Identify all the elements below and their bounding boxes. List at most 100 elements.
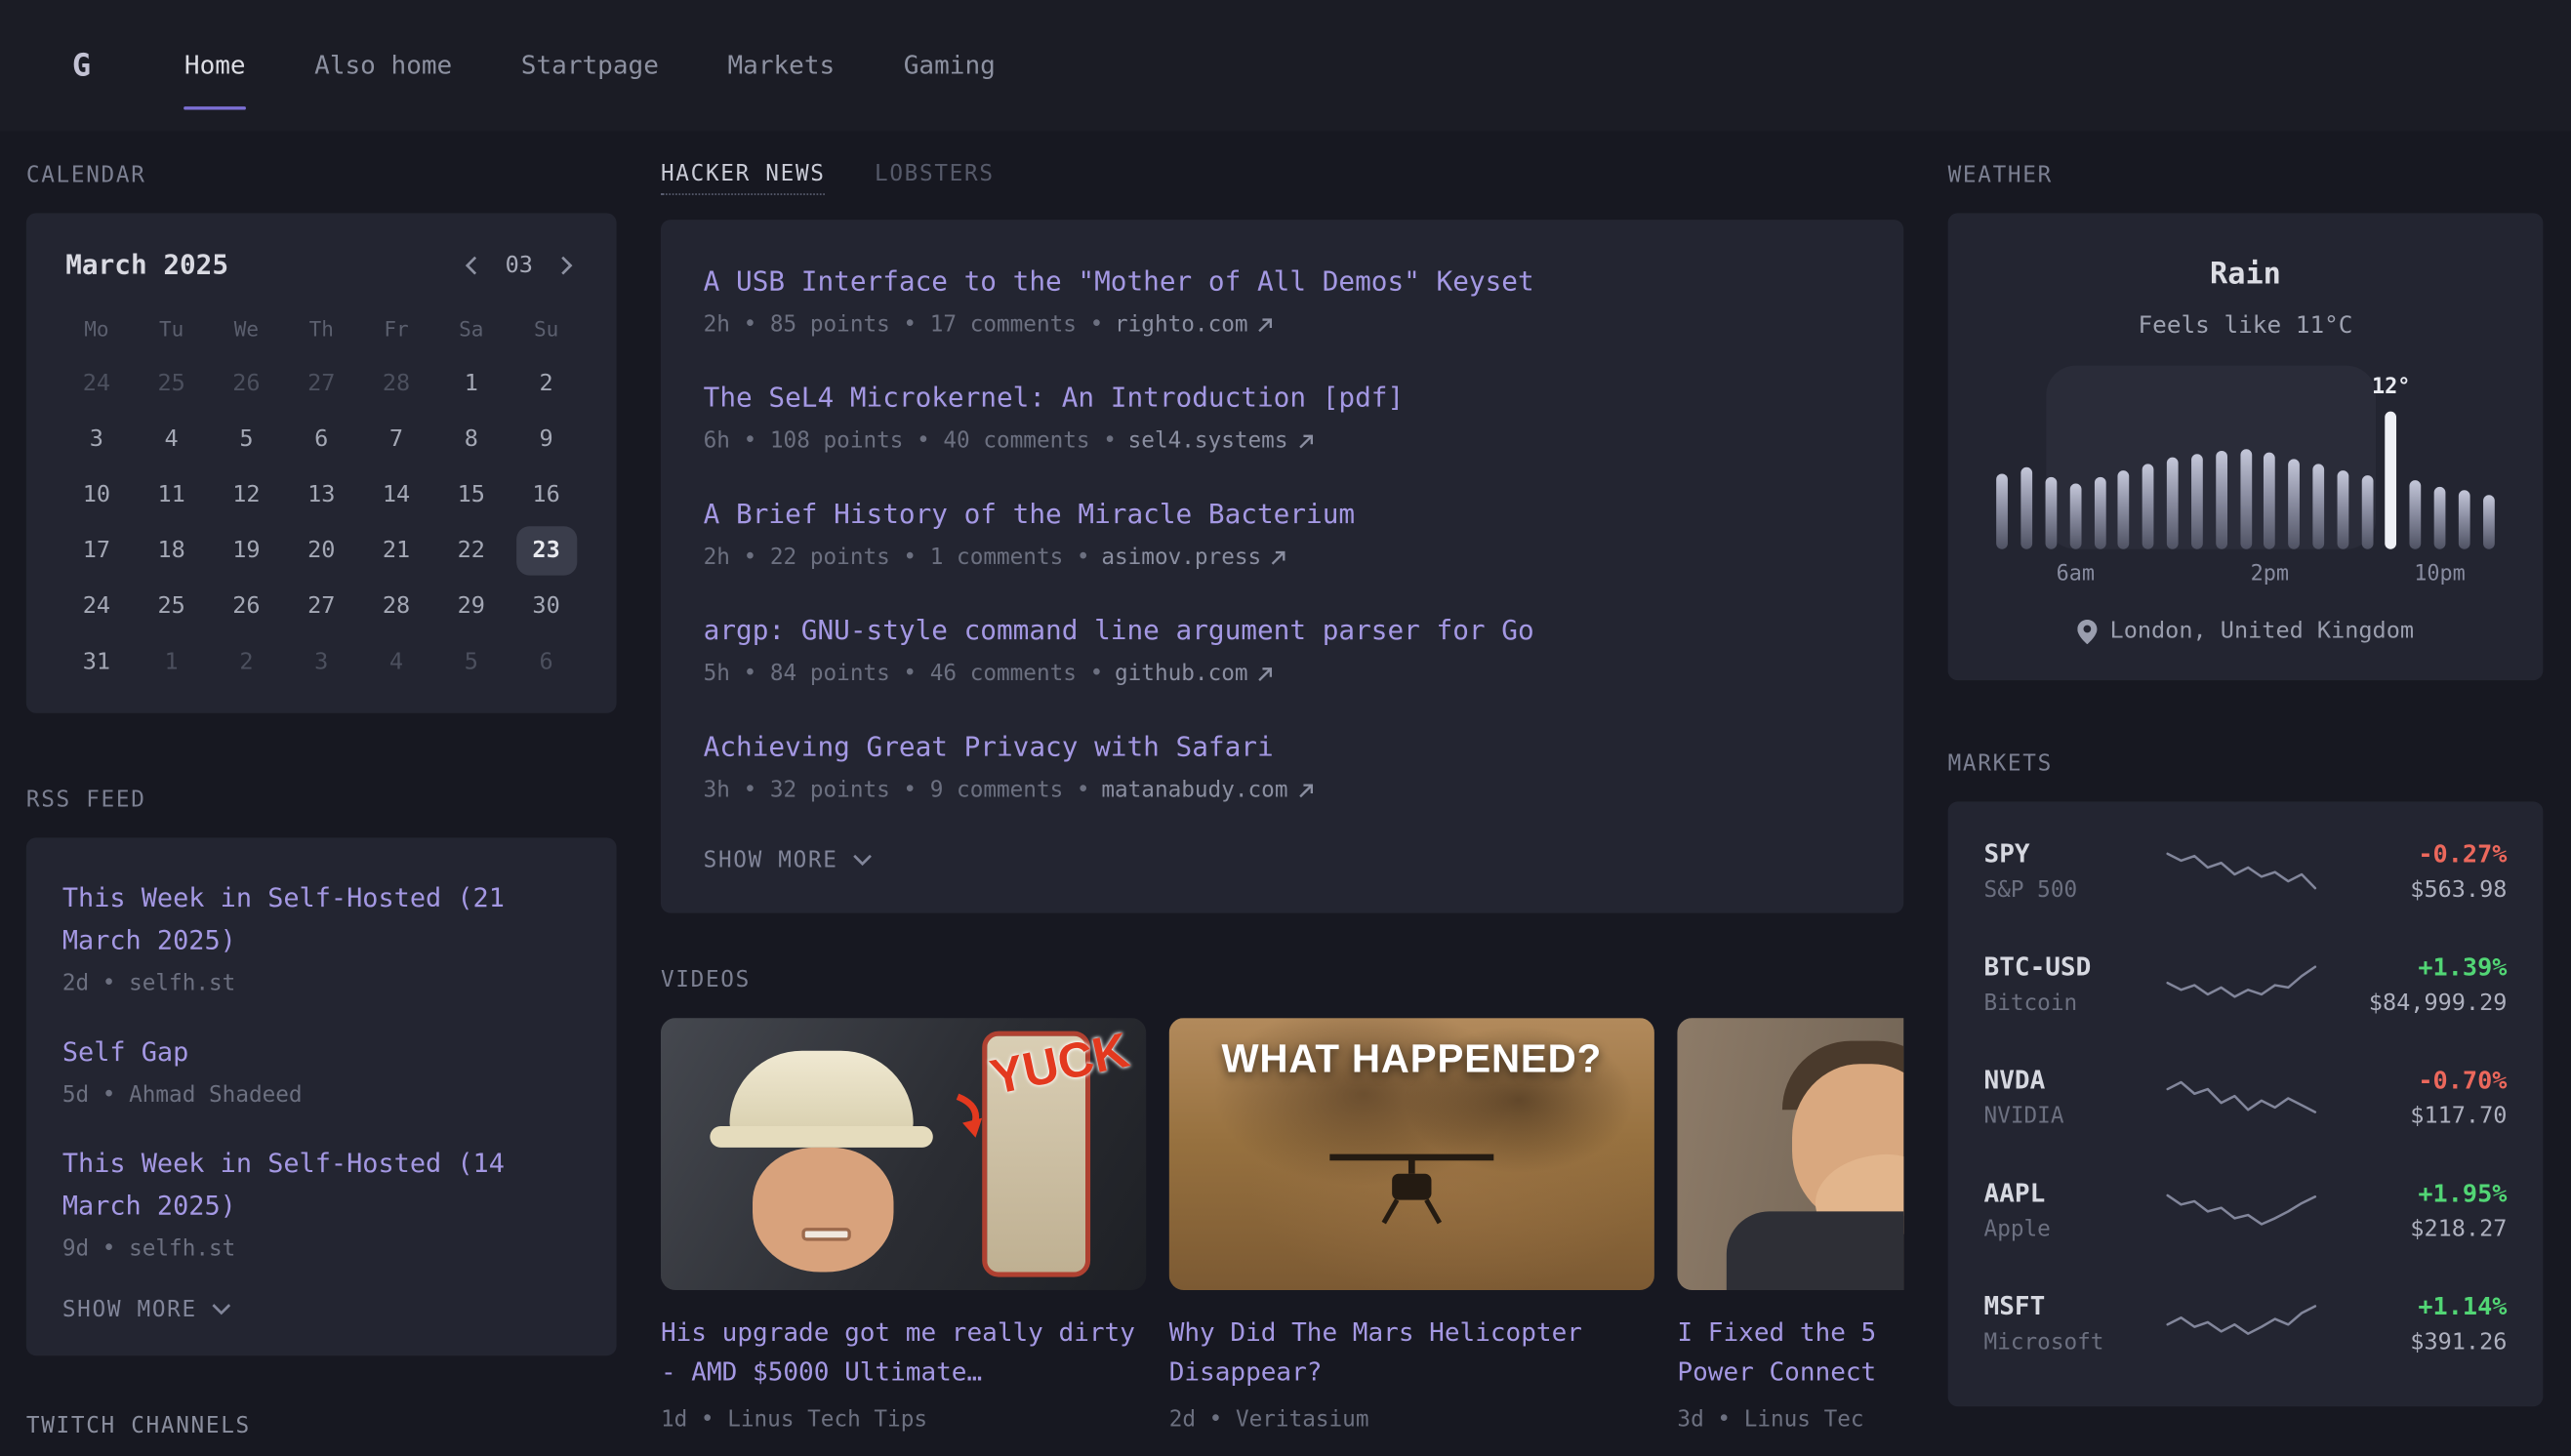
dashboard-page: G Home Also home Startpage Markets Gamin…: [0, 0, 2571, 1456]
videos-row: YUCK His upgrade got me really dirty - A…: [661, 1018, 1903, 1433]
market-name: Bitcoin: [1984, 991, 2162, 1017]
rss-item: This Week in Self-Hosted (21 March 2025)…: [62, 877, 581, 997]
center-column: HACKER NEWS LOBSTERS A USB Interface to …: [661, 161, 1903, 1434]
calendar-day: 25: [134, 356, 209, 412]
news-domain-link[interactable]: asimov.press: [1101, 545, 1287, 571]
location-pin-icon: [2077, 619, 2097, 643]
news-domain-link[interactable]: sel4.systems: [1128, 427, 1315, 454]
markets-section-label: MARKETS: [1948, 749, 2544, 779]
news-item: argp: GNU-style command line argument pa…: [704, 612, 1861, 687]
news-title-link[interactable]: The SeL4 Microkernel: An Introduction [p…: [704, 379, 1861, 417]
tab-markets[interactable]: Markets: [693, 0, 869, 131]
calendar-weekday: Tu: [134, 300, 209, 355]
calendar-day: 28: [359, 356, 434, 412]
tab-gaming[interactable]: Gaming: [869, 0, 1030, 131]
tab-lobsters[interactable]: LOBSTERS: [875, 161, 995, 187]
calendar-day: 2: [509, 356, 584, 412]
market-symbol: AAPL Apple: [1984, 1179, 2162, 1243]
external-link-icon: [1270, 548, 1287, 566]
calendar-day: 10: [59, 467, 134, 523]
tab-home[interactable]: Home: [150, 0, 280, 131]
calendar-day: 3: [59, 412, 134, 467]
video-thumbnail[interactable]: DO: [1677, 1018, 1903, 1290]
video-title-link[interactable]: I Fixed the 5 Power Connect: [1677, 1314, 1903, 1393]
news-show-more-button[interactable]: SHOW MORE: [704, 847, 873, 873]
rss-feed-widget: This Week in Self-Hosted (21 March 2025)…: [26, 837, 617, 1355]
market-price: $117.70: [2319, 1104, 2507, 1130]
calendar-prev-icon[interactable]: [461, 254, 484, 277]
weather-condition: Rain: [1990, 256, 2500, 295]
calendar-day: 31: [59, 634, 134, 690]
market-change: -0.27%: [2319, 839, 2507, 869]
news-domain-text: github.com: [1115, 661, 1248, 687]
rss-item-link[interactable]: This Week in Self-Hosted (14 March 2025): [62, 1143, 581, 1228]
rss-show-more-button[interactable]: SHOW MORE: [62, 1297, 231, 1323]
calendar-day: 27: [284, 579, 359, 634]
video-thumbnail[interactable]: WHAT HAPPENED?: [1169, 1018, 1654, 1290]
rss-item-meta: 5d • Ahmad Shadeed: [62, 1082, 581, 1109]
news-domain-text: sel4.systems: [1128, 427, 1288, 454]
news-title-link[interactable]: Achieving Great Privacy with Safari: [704, 728, 1861, 766]
weather-bar: [2216, 451, 2227, 549]
news-title-link[interactable]: A USB Interface to the "Mother of All De…: [704, 263, 1861, 301]
news-domain-link[interactable]: github.com: [1115, 661, 1274, 687]
market-ticker: BTC-USD: [1984, 952, 2162, 982]
weather-bar: [2312, 464, 2324, 548]
rss-item-link[interactable]: This Week in Self-Hosted (21 March 2025): [62, 877, 581, 962]
rss-item-link[interactable]: Self Gap: [62, 1031, 581, 1074]
market-row[interactable]: SPY S&P 500 -0.27% $563.98: [1948, 815, 2544, 928]
market-row[interactable]: BTC-USD Bitcoin +1.39% $84,999.29: [1948, 928, 2544, 1041]
news-domain-text: asimov.press: [1101, 545, 1261, 571]
top-nav: G Home Also home Startpage Markets Gamin…: [0, 0, 2571, 131]
calendar-day: 13: [284, 467, 359, 523]
video-meta: 2d • Veritasium: [1169, 1406, 1654, 1433]
weather-time-label: 10pm: [2414, 562, 2466, 586]
calendar-weekday: Sa: [433, 300, 509, 355]
calendar-day: 22: [433, 523, 509, 579]
weather-bar: [2191, 454, 2203, 548]
calendar-weekday: Mo: [59, 300, 134, 355]
market-row[interactable]: AAPL Apple +1.95% $218.27: [1948, 1154, 2544, 1268]
markets-widget: SPY S&P 500 -0.27% $563.98 BTC-USD Bitco…: [1948, 801, 2544, 1406]
news-domain-link[interactable]: matanabudy.com: [1101, 777, 1314, 803]
left-column: CALENDAR March 2025 03 MoTuWeThFrSaSu242: [26, 161, 617, 1441]
calendar-weekday: Su: [509, 300, 584, 355]
news-item: Achieving Great Privacy with Safari 3h •…: [704, 728, 1861, 803]
hard-hat-shape: [730, 1051, 914, 1136]
market-ticker: AAPL: [1984, 1179, 2162, 1208]
weather-location: London, United Kingdom: [1990, 615, 2500, 648]
video-meta: 1d • Linus Tech Tips: [661, 1406, 1146, 1433]
calendar-day: 21: [359, 523, 434, 579]
market-ticker: MSFT: [1984, 1292, 2162, 1321]
video-card: DO I Fixed the 5 Power Connect 3d • Linu…: [1677, 1018, 1903, 1433]
screenshot-canvas: G Home Also home Startpage Markets Gamin…: [0, 0, 2571, 1456]
news-meta-text: 6h • 108 points • 40 comments •: [704, 427, 1117, 454]
calendar-day: 20: [284, 523, 359, 579]
market-ticker: NVDA: [1984, 1066, 2162, 1095]
video-thumbnail[interactable]: YUCK: [661, 1018, 1146, 1290]
calendar-next-icon[interactable]: [554, 254, 578, 277]
video-title-link[interactable]: Why Did The Mars Helicopter Disappear?: [1169, 1314, 1654, 1393]
calendar-day: 3: [284, 634, 359, 690]
market-change: +1.95%: [2319, 1179, 2507, 1208]
tab-hacker-news[interactable]: HACKER NEWS: [661, 161, 826, 195]
weather-bar: [2264, 453, 2275, 549]
weather-time-label: 2pm: [2251, 562, 2289, 586]
market-row[interactable]: NVDA NVIDIA -0.70% $117.70: [1948, 1041, 2544, 1154]
news-domain-link[interactable]: righto.com: [1115, 311, 1274, 338]
market-symbol: SPY S&P 500: [1984, 839, 2162, 904]
news-title-link[interactable]: argp: GNU-style command line argument pa…: [704, 612, 1861, 650]
tab-startpage[interactable]: Startpage: [487, 0, 694, 131]
calendar-day: 1: [433, 356, 509, 412]
news-title-link[interactable]: A Brief History of the Miracle Bacterium: [704, 495, 1861, 533]
video-title-link[interactable]: His upgrade got me really dirty - AMD $5…: [661, 1314, 1146, 1393]
tab-also-home[interactable]: Also home: [280, 0, 487, 131]
app-logo[interactable]: G: [49, 34, 113, 97]
news-domain-text: matanabudy.com: [1101, 777, 1287, 803]
weather-bar: [2240, 449, 2252, 548]
calendar-day: 16: [509, 467, 584, 523]
market-row[interactable]: MSFT Microsoft +1.14% $391.26: [1948, 1267, 2544, 1380]
helicopter-icon: [1322, 1138, 1502, 1230]
news-domain-text: righto.com: [1115, 311, 1248, 338]
market-sparkline: [2162, 956, 2319, 1012]
